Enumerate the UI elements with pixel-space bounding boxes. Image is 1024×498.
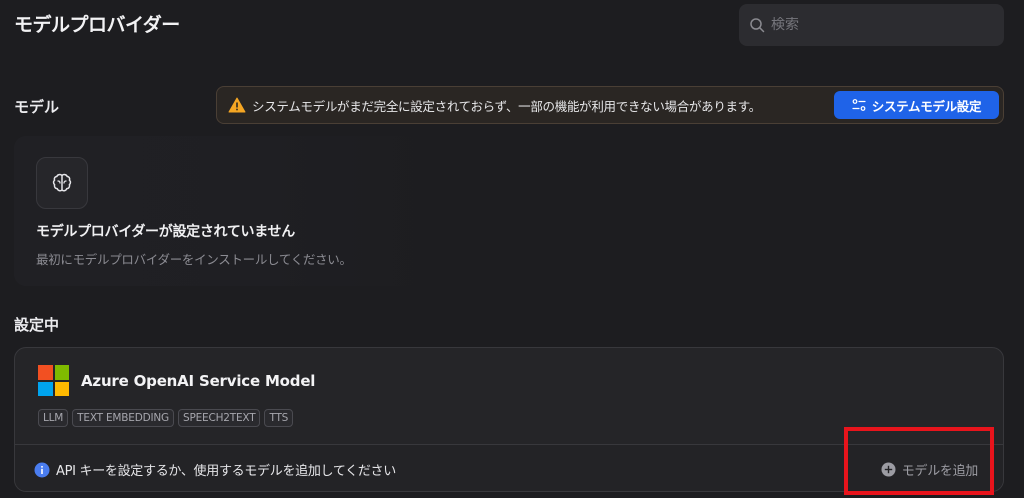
brain-icon-box <box>36 157 88 209</box>
brain-icon <box>52 173 72 192</box>
section-label-configured: 設定中 <box>14 316 60 334</box>
empty-state-description: 最初にモデルプロバイダーをインストールしてください。 <box>36 252 352 267</box>
section-label-model: モデル <box>14 98 60 116</box>
system-model-warning: システムモデルがまだ完全に設定されておらず、一部の機能が利用できない場合がありま… <box>216 86 1004 124</box>
settings-sliders-icon <box>852 99 866 111</box>
empty-provider-card: モデルプロバイダーが設定されていません 最初にモデルプロバイダーをインストールし… <box>14 136 434 286</box>
provider-tags: LLM TEXT EMBEDDING SPEECH2TEXT TTS <box>38 409 294 427</box>
empty-state-title: モデルプロバイダーが設定されていません <box>36 224 295 240</box>
tag-llm: LLM <box>38 409 69 427</box>
info-icon <box>34 462 50 477</box>
tag-tts: TTS <box>264 409 294 427</box>
tag-speech2text: SPEECH2TEXT <box>177 409 261 427</box>
highlight-annotation-box <box>844 427 994 495</box>
tag-text-embedding: TEXT EMBEDDING <box>72 409 174 427</box>
system-model-settings-button[interactable]: システムモデル設定 <box>834 91 999 119</box>
model-provider-page: モデルプロバイダー モデル システムモデルがまだ完全に設定されておらず、一部の機… <box>0 0 1024 498</box>
search-box[interactable] <box>739 4 1004 46</box>
search-icon <box>750 18 765 33</box>
search-input[interactable] <box>771 17 971 33</box>
warning-icon <box>228 97 246 113</box>
system-model-settings-label: システムモデル設定 <box>871 98 982 114</box>
api-key-info: API キーを設定するか、使用するモデルを追加してください <box>34 460 396 479</box>
page-title: モデルプロバイダー <box>14 14 180 36</box>
api-key-info-text: API キーを設定するか、使用するモデルを追加してください <box>56 464 396 479</box>
provider-name: Azure OpenAI Service Model <box>81 372 316 390</box>
warning-text: システムモデルがまだ完全に設定されておらず、一部の機能が利用できない場合がありま… <box>252 98 761 114</box>
microsoft-logo-icon <box>38 365 69 396</box>
